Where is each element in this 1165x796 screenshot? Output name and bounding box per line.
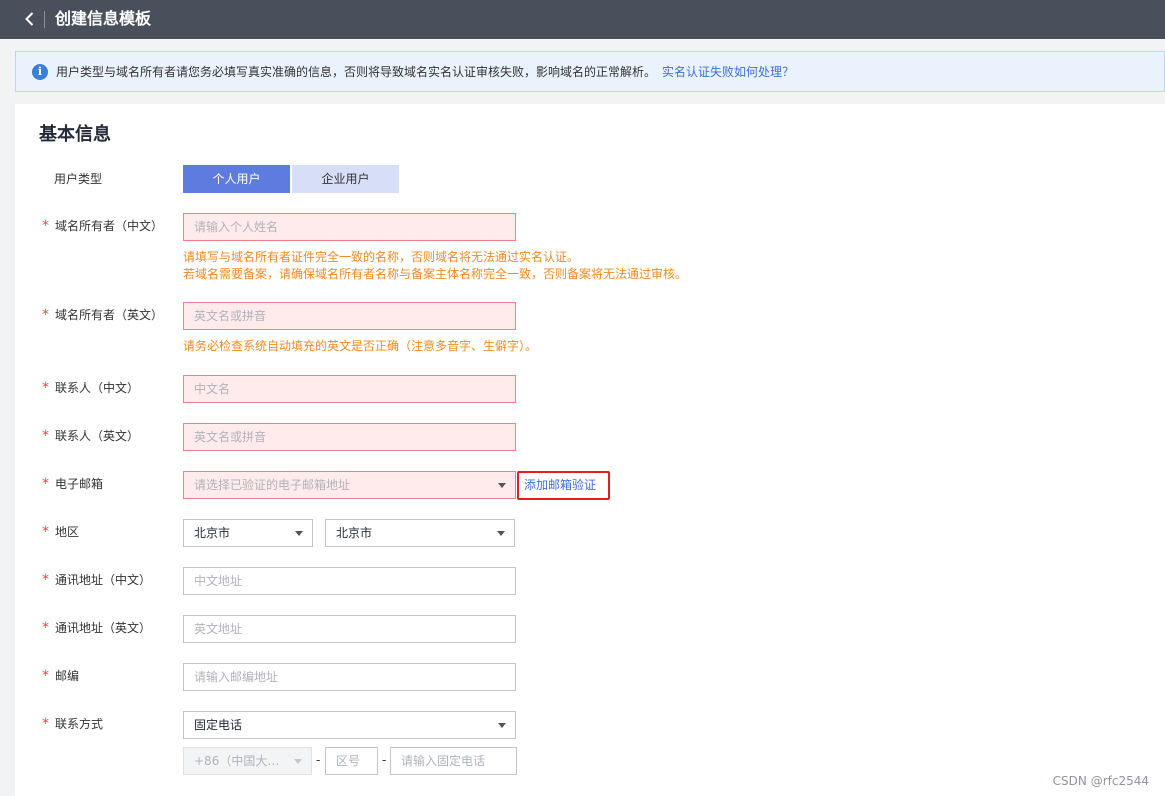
address-cn-input[interactable]: 中文地址	[183, 567, 516, 595]
required-mark: *	[42, 716, 49, 732]
dropdown-caret-icon	[295, 531, 303, 536]
owner-cn-label: * 域名所有者（中文）	[42, 218, 164, 234]
owner-en-input[interactable]: 英文名或拼音	[183, 302, 516, 330]
country-code-select[interactable]: +86（中国大…	[183, 747, 312, 775]
required-mark: *	[42, 572, 49, 588]
add-email-verification-link[interactable]: 添加邮箱验证	[517, 471, 610, 500]
province-select[interactable]: 北京市	[183, 519, 313, 547]
chevron-left-icon[interactable]	[20, 9, 40, 29]
owner-cn-input[interactable]: 请输入个人姓名	[183, 213, 516, 241]
page-title: 创建信息模板	[55, 9, 152, 28]
owner-en-hint: 请务必检查系统自动填充的英文是否正确（注意多音字、生僻字）。	[183, 339, 538, 353]
area-code-input[interactable]: 区号	[325, 747, 378, 775]
required-mark: *	[42, 476, 49, 492]
owner-en-label: * 域名所有者（英文）	[42, 307, 164, 323]
address-en-input[interactable]: 英文地址	[183, 615, 516, 643]
info-icon: i	[32, 64, 48, 80]
realname-help-link[interactable]: 实名认证失败如何处理？	[662, 65, 794, 79]
phone-number-input[interactable]: 请输入固定电话	[390, 747, 517, 775]
contact-method-select[interactable]: 固定电话	[183, 711, 516, 739]
dropdown-caret-icon	[294, 759, 302, 764]
contact-en-input[interactable]: 英文名或拼音	[183, 423, 516, 451]
top-bar: 创建信息模板	[0, 0, 1165, 39]
section-title: 基本信息	[39, 124, 111, 145]
required-mark: *	[42, 307, 49, 323]
address-cn-label: * 通讯地址（中文）	[42, 572, 152, 588]
basic-info-card: 基本信息 用户类型 个人用户 企业用户 * 域名所有者（中文） 请输入个人姓名 请…	[15, 104, 1165, 796]
address-en-label: * 通讯地址（英文）	[42, 620, 152, 636]
owner-cn-hint-2: 若域名需要备案，请确保域名所有者名称与备案主体名称完全一致，否则备案将无法通过审…	[183, 267, 688, 281]
required-mark: *	[42, 380, 49, 396]
notice-banner: i 用户类型与域名所有者请您务必填写真实准确的信息，否则将导致域名实名认证审核失…	[15, 51, 1165, 92]
required-mark: *	[42, 218, 49, 234]
user-type-enterprise-button[interactable]: 企业用户	[292, 165, 399, 193]
watermark: CSDN @rfc2544	[1052, 774, 1149, 788]
email-select[interactable]: 请选择已验证的电子邮箱地址	[183, 471, 516, 499]
phone-separator: -	[382, 753, 387, 767]
user-type-selector: 个人用户 企业用户	[183, 165, 399, 193]
owner-cn-hint-1: 请填写与域名所有者证件完全一致的名称，否则域名将无法通过实名认证。	[183, 250, 580, 264]
contact-cn-label: * 联系人（中文）	[42, 380, 140, 396]
title-divider	[44, 11, 45, 28]
dropdown-caret-icon	[498, 723, 506, 728]
dropdown-caret-icon	[497, 531, 505, 536]
user-type-label: 用户类型	[54, 172, 103, 186]
user-type-personal-button[interactable]: 个人用户	[183, 165, 290, 193]
required-mark: *	[42, 668, 49, 684]
postcode-input[interactable]: 请输入邮编地址	[183, 663, 516, 691]
notice-text: 用户类型与域名所有者请您务必填写真实准确的信息，否则将导致域名实名认证审核失败，…	[56, 65, 657, 79]
notice-message: 用户类型与域名所有者请您务必填写真实准确的信息，否则将导致域名实名认证审核失败，…	[56, 64, 794, 81]
postcode-label: * 邮编	[42, 668, 80, 684]
contact-en-label: * 联系人（英文）	[42, 428, 140, 444]
contact-cn-input[interactable]: 中文名	[183, 375, 516, 403]
required-mark: *	[42, 428, 49, 444]
contact-method-label: * 联系方式	[42, 716, 104, 732]
city-select[interactable]: 北京市	[325, 519, 515, 547]
required-mark: *	[42, 524, 49, 540]
email-label: * 电子邮箱	[42, 476, 104, 492]
phone-separator: -	[316, 753, 321, 767]
required-mark: *	[42, 620, 49, 636]
dropdown-caret-icon	[498, 483, 506, 488]
region-label: * 地区	[42, 524, 80, 540]
